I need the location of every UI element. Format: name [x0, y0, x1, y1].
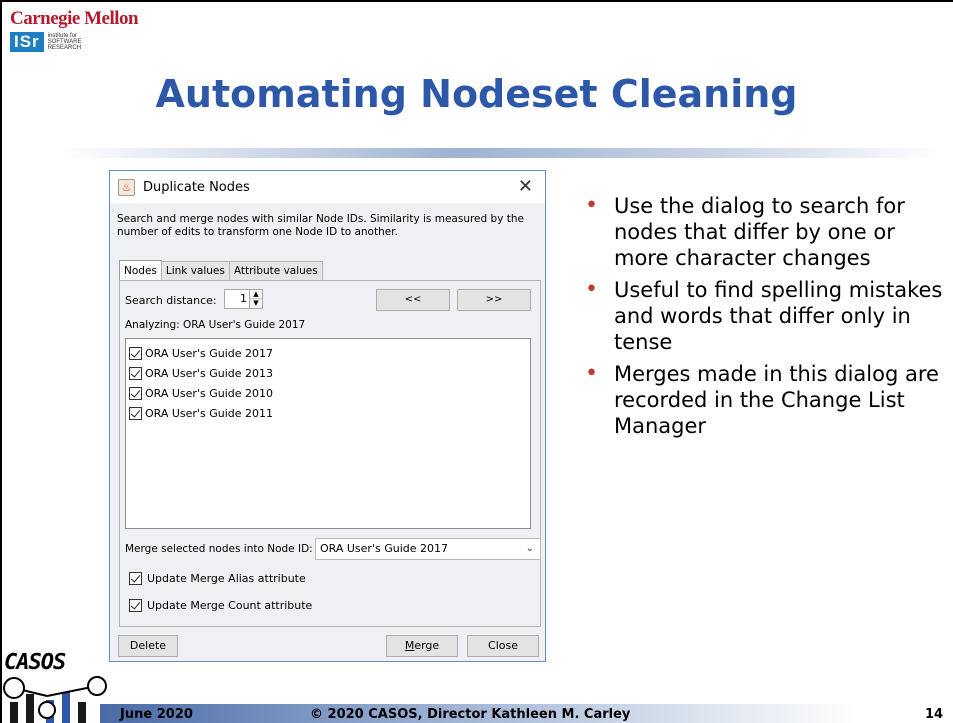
list-item[interactable]: ORA User's Guide 2017 [126, 343, 530, 363]
merge-into-value: ORA User's Guide 2017 [320, 542, 448, 555]
update-merge-alias-checkbox[interactable] [129, 572, 142, 585]
bullet-item: • Merges made in this dialog are recorded… [585, 361, 945, 439]
node-checkbox[interactable] [129, 366, 142, 380]
isr-logo: ISr institute for SOFTWARE RESEARCH [10, 32, 81, 52]
update-merge-alias-option[interactable]: Update Merge Alias attribute [129, 572, 306, 585]
tab-nodes[interactable]: Nodes [119, 260, 162, 280]
nodes-tab-panel: Search distance: 1 ▲ ▼ << >> Analyzing: … [119, 280, 541, 627]
tab-nodes-label: Nodes [124, 265, 157, 277]
search-distance-value[interactable]: 1 [240, 292, 247, 305]
tab-link-values[interactable]: Link values [160, 261, 230, 280]
spinner-buttons: ▲ ▼ [249, 290, 262, 308]
search-distance-spinner[interactable]: 1 ▲ ▼ [224, 289, 263, 309]
list-item[interactable]: ORA User's Guide 2013 [126, 363, 530, 383]
node-checkbox[interactable] [129, 406, 142, 420]
node-label: ORA User's Guide 2010 [145, 386, 273, 400]
next-button[interactable]: >> [457, 289, 531, 311]
isr-text-line: RESEARCH [47, 45, 82, 51]
node-label: ORA User's Guide 2017 [145, 346, 273, 360]
slide-title: Automating Nodeset Cleaning [155, 72, 798, 116]
spin-down-icon[interactable]: ▼ [250, 299, 262, 308]
footer-copyright: © 2020 CASOS, Director Kathleen M. Carle… [310, 707, 631, 722]
node-checkbox[interactable] [129, 386, 142, 400]
search-distance-label: Search distance: [125, 294, 217, 307]
tab-link-values-label: Link values [165, 265, 225, 277]
duplicate-nodes-dialog: ♨ Duplicate Nodes ✕ Search and merge nod… [109, 170, 546, 662]
update-merge-count-label: Update Merge Count attribute [147, 599, 313, 612]
previous-button[interactable]: << [376, 289, 450, 311]
java-app-icon: ♨ [118, 178, 135, 196]
isr-text: institute for SOFTWARE RESEARCH [48, 33, 82, 51]
dialog-titlebar[interactable]: ♨ Duplicate Nodes ✕ [110, 171, 545, 203]
list-item[interactable]: ORA User's Guide 2011 [126, 403, 530, 423]
dialog-tabs: Nodes Link values Attribute values [119, 260, 323, 280]
update-merge-count-checkbox[interactable] [129, 599, 142, 612]
node-checkbox[interactable] [129, 346, 142, 360]
bullet-item: • Use the dialog to search for nodes that… [585, 193, 945, 271]
chevron-down-icon: ⌄ [525, 543, 534, 554]
tab-attribute-values-label: Attribute values [233, 265, 318, 277]
bullet-icon: • [585, 193, 598, 218]
node-label: ORA User's Guide 2011 [145, 406, 273, 420]
bullet-text: Use the dialog to search for nodes that … [614, 194, 905, 270]
bullet-text: Merges made in this dialog are recorded … [614, 362, 939, 438]
close-button[interactable]: Close [467, 635, 539, 657]
list-item[interactable]: ORA User's Guide 2010 [126, 383, 530, 403]
footer-date: June 2020 [120, 707, 193, 722]
spin-up-icon[interactable]: ▲ [250, 290, 262, 299]
update-merge-count-option[interactable]: Update Merge Count attribute [129, 599, 312, 612]
isr-mark: ISr [10, 32, 44, 52]
delete-button[interactable]: Delete [118, 635, 178, 657]
dialog-title: Duplicate Nodes [143, 179, 250, 195]
merge-into-select[interactable]: ORA User's Guide 2017 ⌄ [315, 538, 541, 560]
bullet-text: Useful to find spelling mistakes and wor… [614, 278, 943, 354]
casos-network-icon [3, 676, 107, 723]
title-rule [60, 148, 940, 158]
dialog-description: Search and merge nodes with similar Node… [117, 213, 524, 238]
node-label: ORA User's Guide 2013 [145, 366, 273, 380]
update-merge-alias-label: Update Merge Alias attribute [147, 572, 306, 585]
bullet-icon: • [585, 361, 598, 386]
bullet-item: • Useful to find spelling mistakes and wo… [585, 277, 945, 355]
bullet-list: • Use the dialog to search for nodes that… [585, 193, 945, 445]
tab-attribute-values[interactable]: Attribute values [228, 261, 323, 280]
bullet-icon: • [585, 277, 598, 302]
node-list: ORA User's Guide 2017 ORA User's Guide 2… [125, 338, 531, 529]
cmu-logo: Carnegie Mellon [10, 8, 139, 29]
merge-button[interactable]: Merge [386, 635, 458, 657]
merge-into-label: Merge selected nodes into Node ID: [125, 543, 313, 555]
close-icon[interactable]: ✕ [518, 176, 533, 197]
page-number: 14 [925, 707, 944, 722]
analyzing-label: Analyzing: ORA User's Guide 2017 [125, 319, 306, 331]
